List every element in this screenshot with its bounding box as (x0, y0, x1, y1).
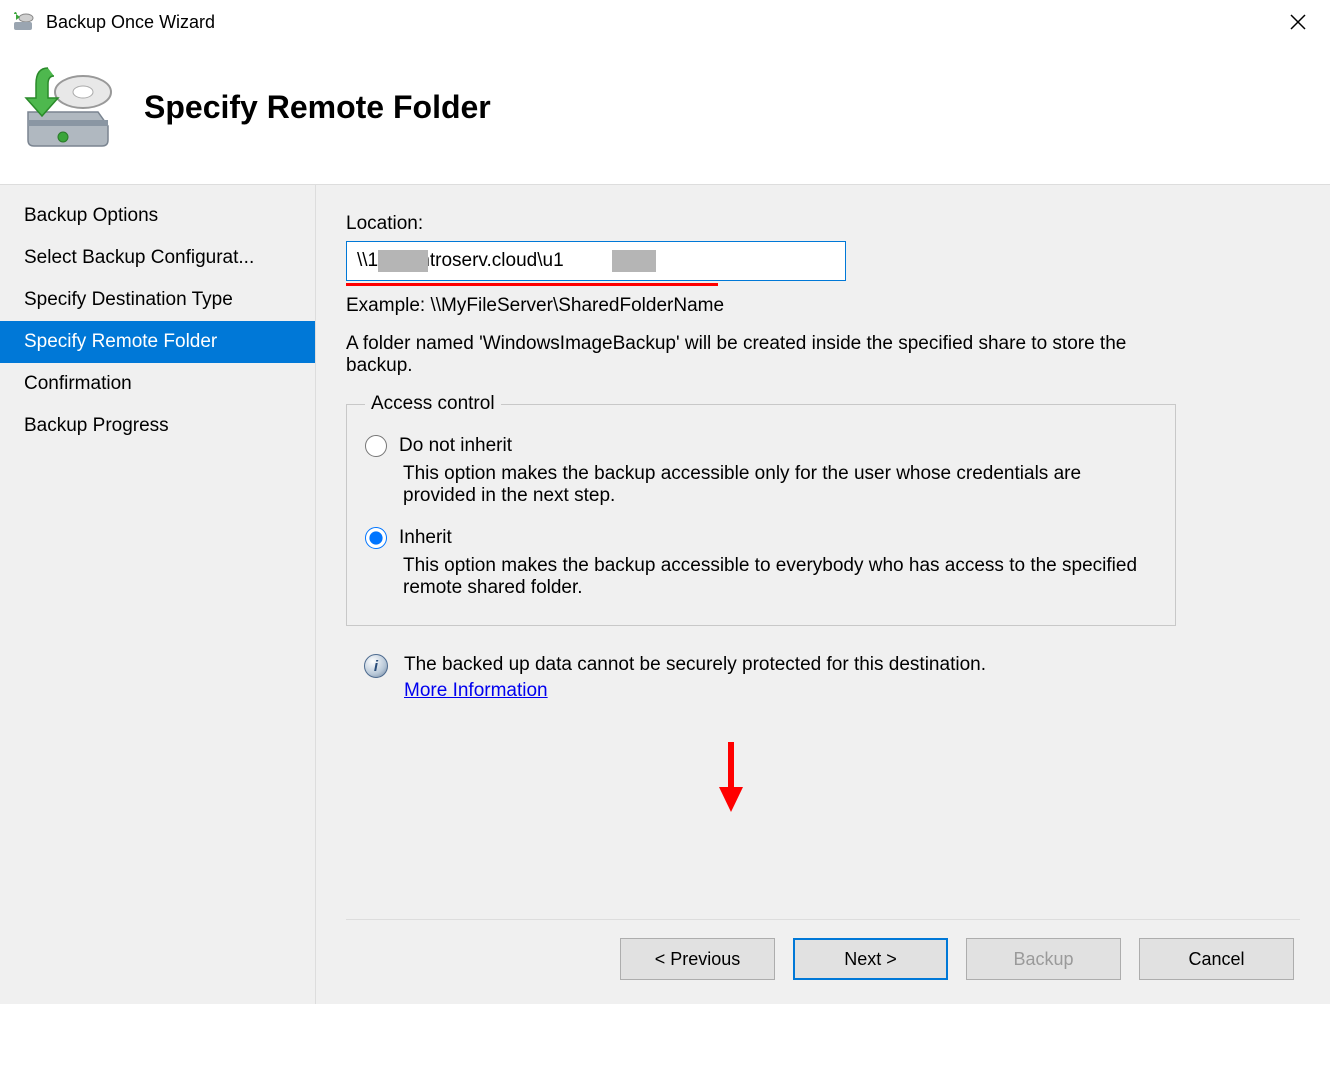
next-button[interactable]: Next > (793, 938, 948, 980)
radio-do-not-inherit[interactable]: Do not inherit (365, 435, 1157, 457)
sidebar-step-select-backup-configuration[interactable]: Select Backup Configurat... (0, 237, 315, 279)
location-description: A folder named 'WindowsImageBackup' will… (346, 333, 1156, 377)
radio-inherit-label: Inherit (399, 527, 452, 549)
previous-button[interactable]: < Previous (620, 938, 775, 980)
title-bar: Backup Once Wizard (0, 0, 1330, 44)
sidebar-step-specify-remote-folder[interactable]: Specify Remote Folder (0, 321, 315, 363)
radio-do-not-inherit-input[interactable] (365, 435, 387, 457)
wizard-body: Backup Options Select Backup Configurat.… (0, 184, 1330, 1004)
app-icon (12, 10, 36, 34)
sidebar-step-confirmation[interactable]: Confirmation (0, 363, 315, 405)
cancel-button[interactable]: Cancel (1139, 938, 1294, 980)
radio-inherit-input[interactable] (365, 527, 387, 549)
page-title: Specify Remote Folder (144, 89, 491, 126)
window-title: Backup Once Wizard (46, 12, 1278, 33)
access-control-legend: Access control (365, 393, 501, 415)
info-row: i The backed up data cannot be securely … (364, 654, 1300, 702)
close-button[interactable] (1278, 2, 1318, 42)
wizard-header: Specify Remote Folder (0, 44, 1330, 184)
info-icon: i (364, 654, 388, 678)
location-label: Location: (346, 213, 1300, 235)
radio-do-not-inherit-desc: This option makes the backup accessible … (403, 463, 1143, 507)
access-control-group: Access control Do not inherit This optio… (346, 393, 1176, 626)
sidebar-step-backup-progress[interactable]: Backup Progress (0, 405, 315, 447)
content-pane: Location: Example: \\MyFileServer\Shared… (316, 185, 1330, 1004)
sidebar-step-backup-options[interactable]: Backup Options (0, 195, 315, 237)
annotation-arrow-container (346, 742, 1300, 812)
more-information-link[interactable]: More Information (404, 680, 548, 702)
sidebar-step-specify-destination-type[interactable]: Specify Destination Type (0, 279, 315, 321)
location-example: Example: \\MyFileServer\SharedFolderName (346, 295, 1300, 317)
highlight-underline (346, 283, 718, 286)
wizard-icon (18, 62, 114, 152)
red-arrow-icon (716, 742, 746, 812)
radio-inherit[interactable]: Inherit (365, 527, 1157, 549)
info-text: The backed up data cannot be securely pr… (404, 654, 986, 675)
radio-inherit-desc: This option makes the backup accessible … (403, 555, 1143, 599)
wizard-footer: < Previous Next > Backup Cancel (346, 919, 1300, 1004)
radio-do-not-inherit-label: Do not inherit (399, 435, 512, 457)
backup-button[interactable]: Backup (966, 938, 1121, 980)
step-sidebar: Backup Options Select Backup Configurat.… (0, 185, 316, 1004)
